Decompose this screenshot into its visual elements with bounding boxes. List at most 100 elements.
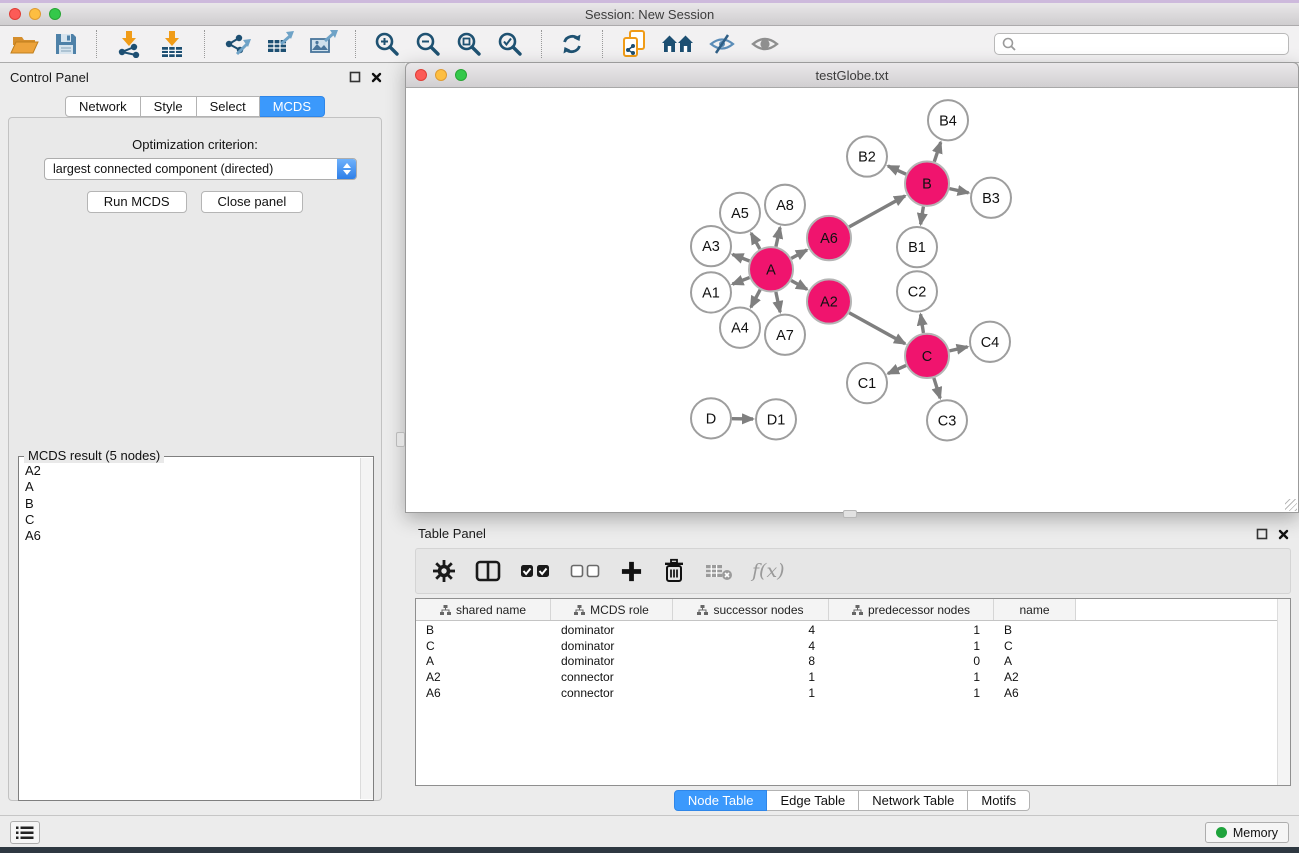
mcds-result-scrollbar[interactable]: [360, 458, 373, 799]
import-table-button[interactable]: [157, 30, 187, 58]
table-cell[interactable]: dominator: [551, 639, 673, 653]
column-header-predecessor-nodes[interactable]: predecessor nodes: [829, 599, 994, 620]
table-settings-button[interactable]: [432, 559, 456, 583]
table-cell[interactable]: 0: [829, 654, 994, 668]
tab-edge-table[interactable]: Edge Table: [767, 790, 859, 811]
mcds-result-item[interactable]: B: [25, 496, 353, 512]
table-cell[interactable]: A: [416, 654, 551, 668]
save-session-button[interactable]: [53, 31, 79, 57]
function-builder-button[interactable]: f(x): [752, 560, 785, 582]
table-cell[interactable]: connector: [551, 686, 673, 700]
column-header-successor-nodes[interactable]: successor nodes: [673, 599, 829, 620]
table-cell[interactable]: 1: [829, 686, 994, 700]
run-mcds-button[interactable]: Run MCDS: [87, 191, 187, 213]
table-scrollbar[interactable]: [1277, 599, 1290, 785]
add-column-button[interactable]: [620, 560, 643, 583]
graph-edge-A6-B[interactable]: [849, 196, 905, 227]
graph-edge-C-C3[interactable]: [934, 378, 940, 398]
mcds-result-item[interactable]: C: [25, 512, 353, 528]
graph-edge-C-C4[interactable]: [949, 347, 967, 351]
graph-edge-A2-C[interactable]: [849, 313, 905, 344]
graph-node-A8[interactable]: A8: [765, 185, 805, 225]
close-panel-button[interactable]: Close panel: [201, 191, 304, 213]
graph-edge-A-A3[interactable]: [732, 254, 749, 261]
table-cell[interactable]: C: [994, 639, 1076, 653]
refresh-button[interactable]: [559, 31, 585, 57]
graph-node-C2[interactable]: C2: [897, 271, 937, 311]
export-network-button[interactable]: [222, 30, 252, 58]
zoom-in-button[interactable]: [373, 30, 401, 58]
mcds-result-item[interactable]: A2: [25, 463, 353, 479]
table-cell[interactable]: 1: [829, 670, 994, 684]
table-cell[interactable]: connector: [551, 670, 673, 684]
tab-node-table[interactable]: Node Table: [674, 790, 768, 811]
table-cell[interactable]: 4: [673, 623, 829, 637]
deselect-all-button[interactable]: [570, 562, 601, 580]
hide-selected-button[interactable]: [707, 31, 737, 57]
table-cell[interactable]: 1: [829, 623, 994, 637]
graph-node-B4[interactable]: B4: [928, 100, 968, 140]
graph-edge-C-C1[interactable]: [888, 365, 906, 373]
graph-node-A7[interactable]: A7: [765, 315, 805, 355]
graph-node-B1[interactable]: B1: [897, 227, 937, 267]
graph-node-A[interactable]: A: [749, 247, 793, 291]
graph-node-A4[interactable]: A4: [720, 308, 760, 348]
copy-network-button[interactable]: [620, 29, 648, 59]
delete-column-button[interactable]: [662, 558, 686, 584]
graph-edge-B-B4[interactable]: [934, 142, 940, 161]
open-session-button[interactable]: [10, 31, 40, 57]
column-header-shared-name[interactable]: shared name: [416, 599, 551, 620]
graph-edge-A-A7[interactable]: [776, 292, 780, 312]
mcds-result-item[interactable]: A: [25, 479, 353, 495]
zoom-fit-button[interactable]: [455, 30, 483, 58]
graph-node-B[interactable]: B: [905, 162, 949, 206]
graph-node-D[interactable]: D: [691, 398, 731, 438]
split-panel-button[interactable]: [475, 559, 501, 583]
tab-mcds[interactable]: MCDS: [260, 96, 325, 117]
task-history-button[interactable]: [10, 821, 40, 844]
graph-edge-A-A8[interactable]: [776, 227, 780, 246]
graph-edge-B-B3[interactable]: [949, 189, 968, 193]
graph-node-C4[interactable]: C4: [970, 322, 1010, 362]
tab-select[interactable]: Select: [197, 96, 260, 117]
table-cell[interactable]: B: [994, 623, 1076, 637]
network-canvas[interactable]: B4B2BB3A8A5A6A3B1AA1C2A2A4A7C4CC1DD1C3: [405, 88, 1299, 513]
table-cell[interactable]: C: [416, 639, 551, 653]
graph-edge-B-B1[interactable]: [921, 207, 924, 225]
memory-button[interactable]: Memory: [1205, 822, 1289, 843]
network-graph[interactable]: B4B2BB3A8A5A6A3B1AA1C2A2A4A7C4CC1DD1C3: [406, 88, 1298, 512]
search-input[interactable]: [1021, 37, 1282, 51]
graph-node-A2[interactable]: A2: [807, 279, 851, 323]
tab-motifs[interactable]: Motifs: [968, 790, 1030, 811]
graph-node-A1[interactable]: A1: [691, 272, 731, 312]
show-hidden-button[interactable]: [750, 32, 780, 56]
zoom-selected-button[interactable]: [496, 30, 524, 58]
graph-node-C3[interactable]: C3: [927, 400, 967, 440]
network-window-titlebar[interactable]: testGlobe.txt: [405, 62, 1299, 88]
graph-edge-C-C2[interactable]: [921, 314, 924, 333]
tab-network-table[interactable]: Network Table: [859, 790, 968, 811]
mcds-result-list[interactable]: A2ABCA6: [19, 460, 359, 799]
select-all-button[interactable]: [520, 562, 551, 580]
show-all-networks-button[interactable]: [661, 31, 694, 57]
graph-node-C1[interactable]: C1: [847, 363, 887, 403]
horizontal-splitter-handle[interactable]: [843, 510, 857, 518]
table-row[interactable]: A2connector11A2: [416, 669, 1277, 685]
column-header-name[interactable]: name: [994, 599, 1076, 620]
table-cell[interactable]: A2: [994, 670, 1076, 684]
zoom-out-button[interactable]: [414, 30, 442, 58]
table-cell[interactable]: A6: [416, 686, 551, 700]
window-resize-grip[interactable]: [1285, 499, 1297, 511]
search-box[interactable]: [994, 33, 1289, 55]
delete-table-button[interactable]: [705, 561, 733, 581]
graph-edge-A-A6[interactable]: [791, 250, 807, 258]
tab-style[interactable]: Style: [141, 96, 197, 117]
mcds-result-item[interactable]: A6: [25, 528, 353, 544]
graph-node-B3[interactable]: B3: [971, 178, 1011, 218]
vertical-splitter-handle[interactable]: [396, 432, 405, 447]
close-panel-icon[interactable]: [371, 72, 382, 83]
graph-edge-A-A4[interactable]: [751, 290, 760, 308]
export-image-button[interactable]: [308, 30, 338, 58]
table-cell[interactable]: 8: [673, 654, 829, 668]
table-row[interactable]: Cdominator41C: [416, 638, 1277, 654]
